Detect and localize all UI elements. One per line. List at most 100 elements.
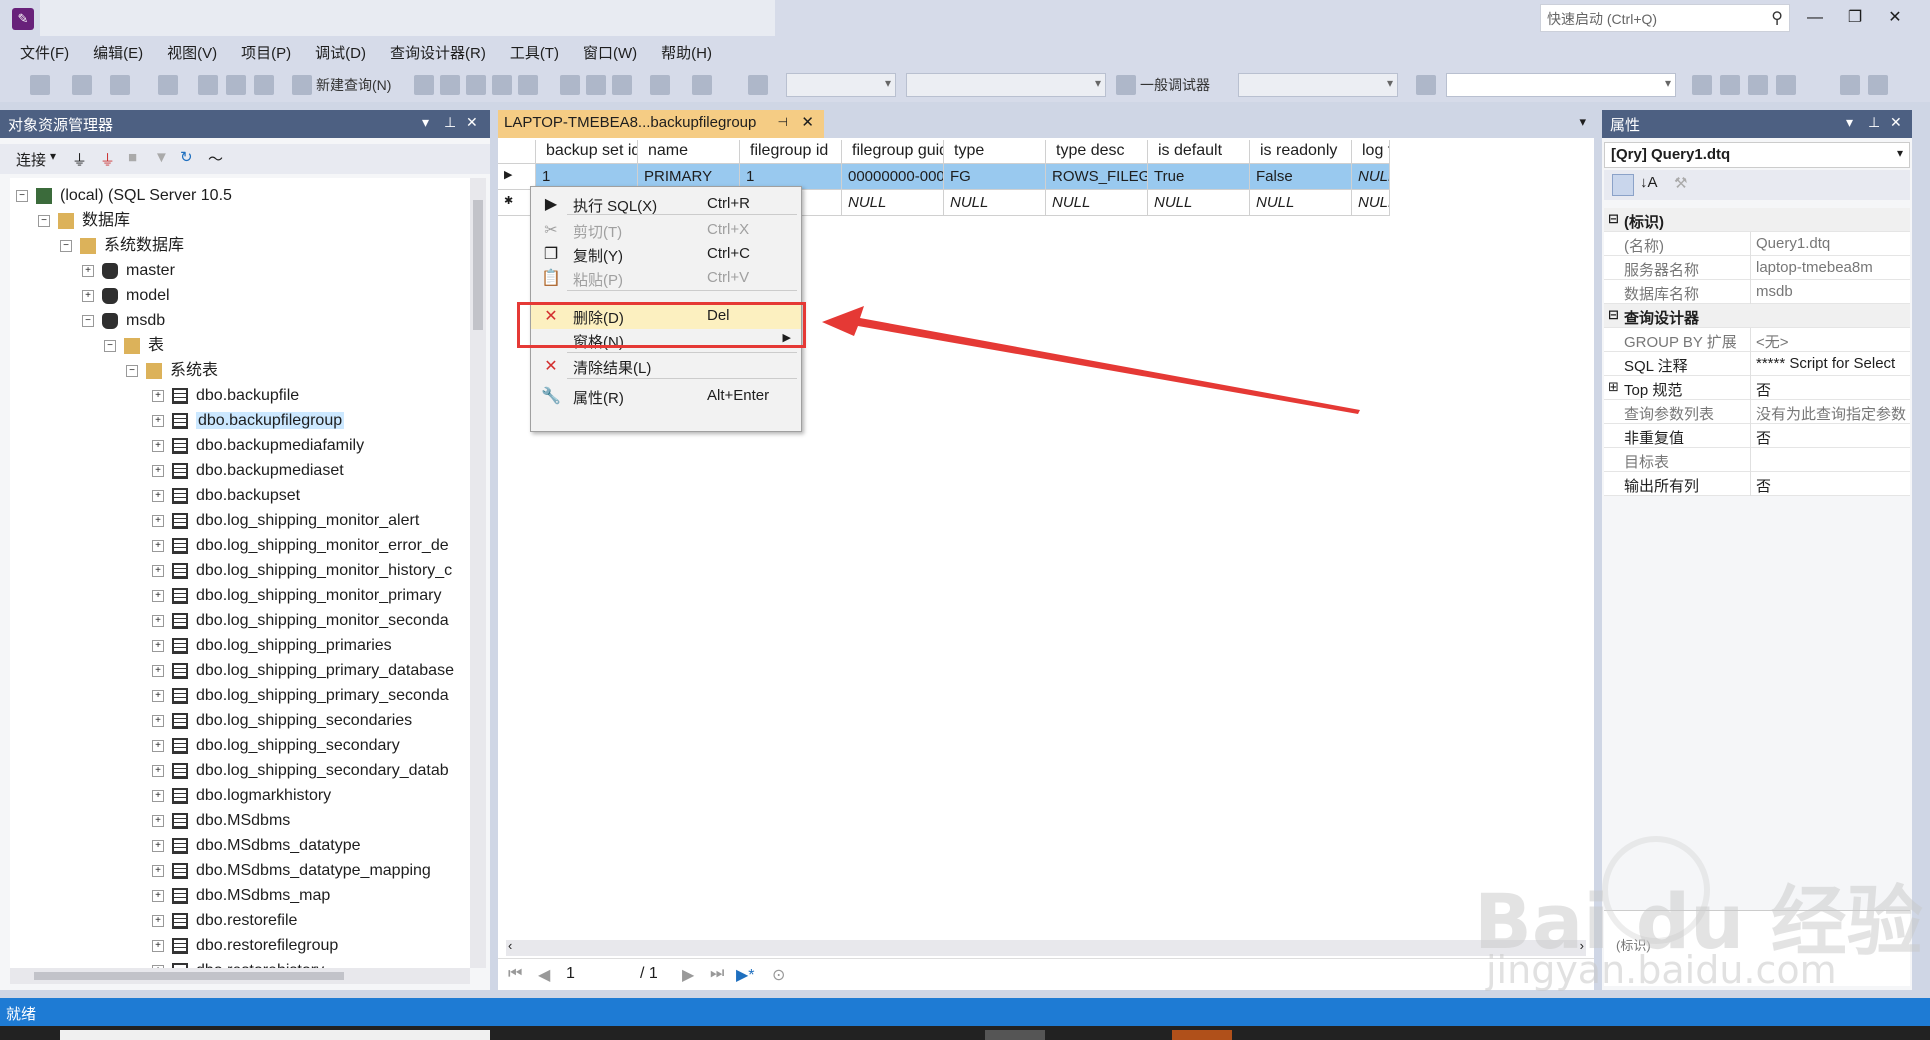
property-value[interactable]: laptop-tmebea8m	[1756, 259, 1908, 276]
property-pages-icon[interactable]: ⚒	[1674, 174, 1687, 192]
grid-cell[interactable]: True	[1148, 164, 1250, 190]
taskbar-item[interactable]	[985, 1030, 1045, 1040]
config-dropdown[interactable]	[786, 73, 896, 97]
menu-view[interactable]: 视图(V)	[155, 42, 229, 63]
tree-node[interactable]: + dbo.log_shipping_primary_database	[152, 659, 454, 683]
expand-icon[interactable]: +	[152, 564, 164, 577]
open-file-icon[interactable]	[198, 75, 218, 95]
context-menu-item[interactable]: ❐ 复制(Y) Ctrl+C	[531, 241, 801, 267]
property-value[interactable]: 否	[1756, 475, 1908, 496]
menu-window[interactable]: 窗口(W)	[571, 42, 649, 63]
menu-tools[interactable]: 工具(T)	[498, 42, 571, 63]
debugger-button[interactable]: 一般调试器	[1140, 74, 1210, 96]
grid-cell[interactable]: NULL	[1250, 190, 1352, 216]
close-pane-icon[interactable]: ✕	[466, 114, 478, 131]
collapse-icon[interactable]: ⊟	[1608, 211, 1619, 227]
close-window-button[interactable]: ✕	[1880, 6, 1910, 30]
property-row[interactable]: 输出所有列 否	[1604, 472, 1910, 496]
new-record-icon[interactable]: ▶*	[736, 965, 755, 985]
collapse-icon[interactable]: −	[82, 314, 94, 327]
back-icon[interactable]	[30, 75, 50, 95]
stop-icon[interactable]: ⊙	[772, 965, 785, 985]
xmla-query-icon[interactable]	[492, 75, 512, 95]
query-options-icon[interactable]	[748, 75, 768, 95]
property-row[interactable]: 目标表	[1604, 448, 1910, 472]
tree-node[interactable]: − 数据库	[38, 209, 130, 233]
output-icon[interactable]	[1776, 75, 1796, 95]
menu-debug[interactable]: 调试(D)	[303, 42, 378, 63]
next-record-icon[interactable]: ▶	[682, 965, 694, 985]
disconnect-icon[interactable]: ⏚	[100, 149, 115, 170]
scroll-thumb[interactable]	[34, 972, 344, 980]
collapse-icon[interactable]: −	[126, 364, 138, 377]
dmx-query-icon[interactable]	[466, 75, 486, 95]
tree-node[interactable]: + dbo.logmarkhistory	[152, 784, 331, 808]
tree-node[interactable]: + dbo.log_shipping_secondary_datab	[152, 759, 449, 783]
collapse-icon[interactable]: ⊟	[1608, 307, 1619, 323]
expand-icon[interactable]: +	[152, 439, 164, 452]
column-header[interactable]: is default	[1148, 140, 1250, 164]
close-tab-icon[interactable]: ✕	[801, 113, 814, 131]
tree-node[interactable]: + master	[82, 259, 175, 283]
tree-vertical-scrollbar[interactable]	[470, 178, 486, 968]
tree-node[interactable]: + dbo.log_shipping_monitor_seconda	[152, 609, 449, 633]
tree-node[interactable]: − 系统表	[126, 359, 218, 383]
save-icon[interactable]	[226, 75, 246, 95]
expand-icon[interactable]: +	[152, 589, 164, 602]
column-header[interactable]: log f	[1352, 140, 1390, 164]
property-value[interactable]: Query1.dtq	[1756, 235, 1908, 252]
db-query-icon[interactable]	[414, 75, 434, 95]
tree-node[interactable]: + dbo.log_shipping_monitor_error_de	[152, 534, 449, 558]
context-menu-item[interactable]: ✕ 清除结果(L)	[531, 353, 801, 379]
pin-icon[interactable]: ⊥	[1868, 114, 1880, 131]
column-header[interactable]: type	[944, 140, 1046, 164]
tree-node[interactable]: + dbo.MSdbms_map	[152, 884, 330, 908]
refresh-icon[interactable]: ↻	[180, 148, 193, 166]
expand-icon[interactable]: +	[152, 914, 164, 927]
tree-node[interactable]: + dbo.log_shipping_monitor_primary	[152, 584, 441, 608]
filter-icon[interactable]: ▼	[154, 149, 169, 166]
property-row[interactable]: ⊞ Top 规范 否	[1604, 376, 1910, 400]
stop-icon[interactable]: ■	[128, 149, 137, 166]
collapse-icon[interactable]: −	[104, 339, 116, 352]
property-row[interactable]: 非重复值 否	[1604, 424, 1910, 448]
paste-icon[interactable]	[612, 75, 632, 95]
property-value[interactable]: 否	[1756, 427, 1908, 448]
copy-icon[interactable]	[586, 75, 606, 95]
tree-node[interactable]: + dbo.backupmediaset	[152, 459, 344, 483]
tree-node[interactable]: + dbo.backupset	[152, 484, 300, 508]
last-record-icon[interactable]: ⏭	[710, 965, 724, 983]
property-row[interactable]: (名称) Query1.dtq	[1604, 232, 1910, 256]
grid-cell[interactable]: FG	[944, 164, 1046, 190]
close-pane-icon[interactable]: ✕	[1890, 114, 1902, 131]
expand-icon[interactable]: +	[152, 939, 164, 952]
tree-node[interactable]: + dbo.MSdbms_datatype_mapping	[152, 859, 431, 883]
tree-node[interactable]: + dbo.log_shipping_secondary	[152, 734, 400, 758]
current-record-field[interactable]: 1	[566, 965, 626, 983]
column-header[interactable]: name	[638, 140, 740, 164]
expand-icon[interactable]: +	[152, 864, 164, 877]
toolbox-icon[interactable]	[1748, 75, 1768, 95]
categorized-icon[interactable]	[1612, 174, 1634, 196]
scroll-thumb[interactable]	[473, 200, 483, 330]
property-category[interactable]: ⊟ 查询设计器	[1604, 304, 1910, 328]
tree-node[interactable]: − 系统数据库	[60, 234, 184, 258]
expand-icon[interactable]: +	[152, 414, 164, 427]
menu-help[interactable]: 帮助(H)	[649, 42, 724, 63]
tree-node[interactable]: + dbo.log_shipping_monitor_alert	[152, 509, 419, 533]
taskbar-item[interactable]	[1172, 1030, 1232, 1040]
pane-menu-icon[interactable]: ▾	[422, 114, 429, 131]
tree-node[interactable]: + dbo.restorefile	[152, 909, 297, 933]
undo-icon[interactable]	[650, 75, 670, 95]
tree-node[interactable]: − msdb	[82, 309, 165, 333]
property-value[interactable]: msdb	[1756, 283, 1908, 300]
mdx-query-icon[interactable]	[440, 75, 460, 95]
expand-icon[interactable]: +	[152, 389, 164, 402]
property-row[interactable]: GROUP BY 扩展 <无>	[1604, 328, 1910, 352]
context-menu-item[interactable]: ✂ 剪切(T) Ctrl+X	[531, 217, 801, 243]
find-dropdown[interactable]	[1446, 73, 1676, 97]
template-icon[interactable]	[1840, 75, 1860, 95]
tree-node[interactable]: + dbo.MSdbms_datatype	[152, 834, 361, 858]
tree-node[interactable]: + dbo.backupfile	[152, 384, 299, 408]
tree-node[interactable]: + model	[82, 284, 170, 308]
